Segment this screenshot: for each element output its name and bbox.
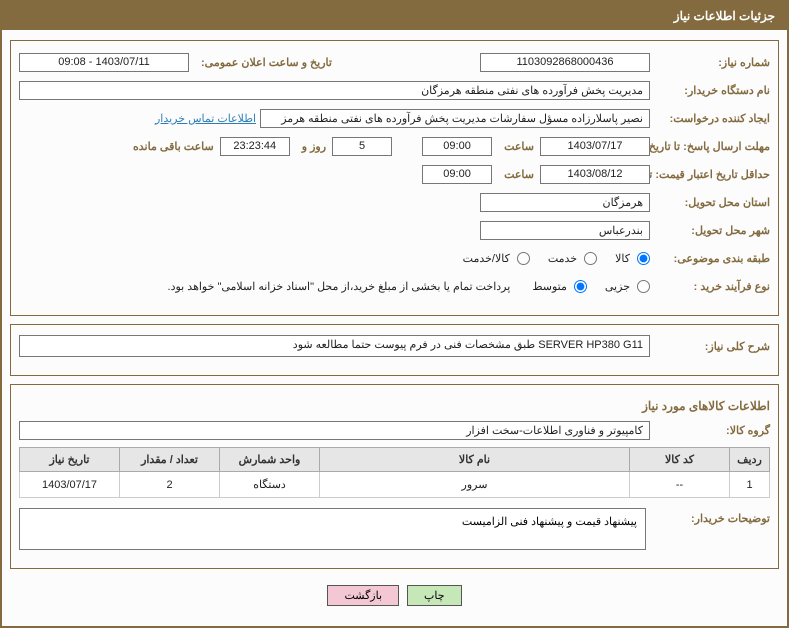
field-need-no: 1103092868000436 <box>480 53 650 72</box>
items-title: اطلاعات کالاهای مورد نیاز <box>19 399 770 413</box>
field-buyer-notes: پیشنهاد قیمت و پیشنهاد فنی الزامیست <box>19 508 646 550</box>
label-need-no: شماره نیاز: <box>650 56 770 69</box>
field-buyer: مدیریت پخش فرآورده های نفتی منطقه هرمزگا… <box>19 81 650 100</box>
field-days: 5 <box>332 137 392 156</box>
label-min-valid: حداقل تاریخ اعتبار قیمت: تا تاریخ: <box>650 168 770 181</box>
field-deadline-date: 1403/07/17 <box>540 137 650 156</box>
table-row: 1 -- سرور دستگاه 2 1403/07/17 <box>20 472 770 498</box>
field-countdown: 23:23:44 <box>220 137 290 156</box>
field-city: بندرعباس <box>480 221 650 240</box>
th-row: ردیف <box>730 448 770 472</box>
label-province: استان محل تحویل: <box>650 196 770 209</box>
header-fieldset: شماره نیاز: 1103092868000436 تاریخ و ساع… <box>10 40 779 316</box>
radio-medium[interactable] <box>574 280 587 293</box>
cell-date: 1403/07/17 <box>20 472 120 498</box>
panel-title: جزئیات اطلاعات نیاز <box>2 2 787 30</box>
description-fieldset: شرح کلی نیاز: SERVER HP380 G11 طبق مشخصا… <box>10 324 779 376</box>
cell-name: سرور <box>320 472 630 498</box>
label-deadline: مهلت ارسال پاسخ: تا تاریخ: <box>650 140 770 153</box>
content: شماره نیاز: 1103092868000436 تاریخ و ساع… <box>2 30 787 626</box>
buyer-contact-link[interactable]: اطلاعات تماس خریدار <box>155 112 256 125</box>
label-announce: تاریخ و ساعت اعلان عمومی: <box>195 56 332 69</box>
cell-qty: 2 <box>120 472 220 498</box>
radio-goods[interactable] <box>637 252 650 265</box>
process-radio-group: جزیی متوسط <box>518 280 650 293</box>
main-panel: جزئیات اطلاعات نیاز شماره نیاز: 11030928… <box>0 0 789 628</box>
payment-note: پرداخت تمام یا بخشی از مبلغ خرید،از محل … <box>168 280 511 293</box>
field-announce: 1403/07/11 - 09:08 <box>19 53 189 72</box>
back-button[interactable]: بازگشت <box>327 585 399 606</box>
label-category: طبقه بندی موضوعی: <box>650 252 770 265</box>
radio-medium-label: متوسط <box>532 280 567 293</box>
th-unit: واحد شمارش <box>220 448 320 472</box>
radio-service[interactable] <box>584 252 597 265</box>
button-row: چاپ بازگشت <box>10 577 779 616</box>
field-desc: SERVER HP380 G11 طبق مشخصات فنی در فرم پ… <box>19 335 650 357</box>
label-requester: ایجاد کننده درخواست: <box>650 112 770 125</box>
cell-row: 1 <box>730 472 770 498</box>
label-time-2: ساعت <box>498 168 534 181</box>
th-qty: تعداد / مقدار <box>120 448 220 472</box>
field-deadline-time: 09:00 <box>422 137 492 156</box>
label-buyer: نام دستگاه خریدار: <box>650 84 770 97</box>
print-button[interactable]: چاپ <box>407 585 462 606</box>
label-city: شهر محل تحویل: <box>650 224 770 237</box>
label-buyer-notes: توضیحات خریدار: <box>650 508 770 525</box>
items-fieldset: اطلاعات کالاهای مورد نیاز گروه کالا: کام… <box>10 384 779 569</box>
label-item-group: گروه کالا: <box>650 424 770 437</box>
label-time-1: ساعت <box>498 140 534 153</box>
label-desc: شرح کلی نیاز: <box>650 340 770 353</box>
th-name: نام کالا <box>320 448 630 472</box>
radio-goods-label: کالا <box>615 252 630 265</box>
label-days-and: روز و <box>296 140 326 153</box>
th-code: کد کالا <box>630 448 730 472</box>
radio-both[interactable] <box>517 252 530 265</box>
field-min-valid-time: 09:00 <box>422 165 492 184</box>
radio-partial[interactable] <box>637 280 650 293</box>
th-date: تاریخ نیاز <box>20 448 120 472</box>
table-header-row: ردیف کد کالا نام کالا واحد شمارش تعداد /… <box>20 448 770 472</box>
radio-both-label: کالا/خدمت <box>463 252 510 265</box>
field-item-group: کامپیوتر و فناوری اطلاعات-سخت افزار <box>19 421 650 440</box>
field-requester: نصیر پاسلارزاده مسؤل سفارشات مدیریت پخش … <box>260 109 650 128</box>
cell-code: -- <box>630 472 730 498</box>
field-min-valid-date: 1403/08/12 <box>540 165 650 184</box>
field-province: هرمزگان <box>480 193 650 212</box>
radio-partial-label: جزیی <box>605 280 630 293</box>
items-table: ردیف کد کالا نام کالا واحد شمارش تعداد /… <box>19 447 770 498</box>
label-remaining: ساعت باقی مانده <box>127 140 214 153</box>
radio-service-label: خدمت <box>548 252 577 265</box>
label-process-type: نوع فرآیند خرید : <box>650 280 770 293</box>
cell-unit: دستگاه <box>220 472 320 498</box>
category-radio-group: کالا خدمت کالا/خدمت <box>449 252 650 265</box>
